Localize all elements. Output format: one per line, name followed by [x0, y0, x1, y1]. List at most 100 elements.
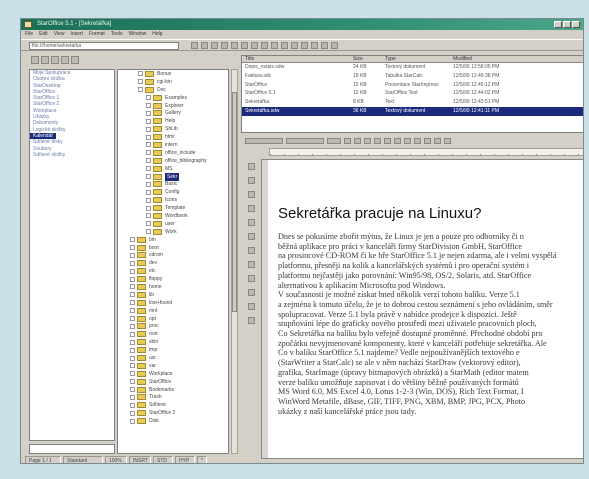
expand-toggle[interactable]: [146, 181, 151, 187]
tree-item[interactable]: boot: [118, 244, 228, 252]
tree-item[interactable]: Doc: [118, 86, 228, 94]
tree-item[interactable]: lost+found: [118, 299, 228, 307]
expand-toggle[interactable]: [130, 323, 135, 329]
graphics-off-icon[interactable]: [247, 303, 255, 310]
tree-item[interactable]: Config: [118, 188, 228, 196]
tree-item[interactable]: Workplace: [118, 370, 228, 378]
document-body[interactable]: Dnes se pokusíme zbořit mýtus, že Linux …: [278, 232, 583, 416]
expand-toggle[interactable]: [130, 276, 135, 282]
tree-item[interactable]: html: [118, 133, 228, 141]
expand-toggle[interactable]: [130, 371, 135, 377]
paste-icon[interactable]: [301, 42, 308, 49]
expand-toggle[interactable]: [130, 418, 135, 424]
tree-item[interactable]: Disk: [118, 417, 228, 425]
tree-item[interactable]: Icons: [118, 196, 228, 204]
align-left-icon[interactable]: [374, 137, 381, 144]
expand-toggle[interactable]: [130, 410, 135, 416]
menu-format[interactable]: Format: [89, 30, 105, 39]
form-icon[interactable]: [247, 219, 255, 226]
tree-item[interactable]: dev: [118, 259, 228, 267]
tree-item[interactable]: Bookmarks: [118, 386, 228, 394]
expand-toggle[interactable]: [146, 95, 151, 101]
col-type[interactable]: Type: [382, 56, 450, 62]
expand-toggle[interactable]: [130, 245, 135, 251]
file-row[interactable]: Sekretářka.sdw 36 KB Textový dokument 12/5/…: [242, 106, 583, 116]
underline-icon[interactable]: [364, 137, 371, 144]
tree-item[interactable]: floppy: [118, 275, 228, 283]
expand-toggle[interactable]: [130, 331, 135, 337]
tree-item[interactable]: Work: [118, 228, 228, 236]
url-field[interactable]: file:///home/sekretarka: [29, 42, 179, 50]
tree-item[interactable]: Sdílené: [118, 401, 228, 409]
expand-toggle[interactable]: [130, 268, 135, 274]
new-icon[interactable]: [241, 42, 248, 49]
tree-item[interactable]: tmp: [118, 346, 228, 354]
explorer-props-icon[interactable]: [71, 56, 79, 64]
bold-icon[interactable]: [344, 137, 351, 144]
fields-icon[interactable]: [247, 177, 255, 184]
numbering-icon[interactable]: [414, 137, 421, 144]
menu-window[interactable]: Window: [128, 30, 146, 39]
align-right-icon[interactable]: [394, 137, 401, 144]
tree-item[interactable]: bin: [118, 236, 228, 244]
insert-icon[interactable]: [247, 163, 255, 170]
col-size[interactable]: Size: [350, 56, 382, 62]
stop-icon[interactable]: [211, 42, 218, 49]
tree-item[interactable]: office_bibliography: [118, 157, 228, 165]
explorer-group-item[interactable]: Sdílené složky: [30, 152, 114, 158]
file-row[interactable]: Faktura.sdc 18 KB Tabulka StarCalc 12/5/99 …: [242, 72, 583, 81]
forward-icon[interactable]: [201, 42, 208, 49]
expand-toggle[interactable]: [146, 103, 151, 108]
tree-item[interactable]: opt: [118, 315, 228, 323]
open-icon[interactable]: [251, 42, 258, 49]
expand-toggle[interactable]: [146, 229, 151, 235]
datasource-icon[interactable]: [247, 275, 255, 282]
explorer-new-icon[interactable]: [51, 56, 59, 64]
explorer-up-icon[interactable]: [41, 56, 49, 64]
tree-item[interactable]: home: [118, 283, 228, 291]
expand-toggle[interactable]: [130, 347, 135, 353]
expand-toggle[interactable]: [130, 379, 135, 385]
tree-item[interactable]: Explorer: [118, 102, 228, 110]
expand-toggle[interactable]: [130, 284, 135, 290]
expand-toggle[interactable]: [146, 189, 151, 195]
tree-item[interactable]: usr: [118, 354, 228, 362]
tree-item[interactable]: sbin: [118, 338, 228, 346]
expand-toggle[interactable]: [138, 87, 143, 93]
draw-icon[interactable]: [247, 205, 255, 212]
tree-item[interactable]: user: [118, 220, 228, 228]
expand-toggle[interactable]: [130, 355, 135, 361]
tree-item[interactable]: cgi-bin: [118, 78, 228, 86]
file-row[interactable]: Dopis_rozpis.sdw 24 KB Textový dokument 12/…: [242, 63, 583, 72]
file-row[interactable]: StarOffice 5.1 12 KB StarOffice Text 12/5/9…: [242, 89, 583, 98]
menu-help[interactable]: Help: [152, 30, 162, 39]
tree-item[interactable]: Template: [118, 204, 228, 212]
justify-icon[interactable]: [404, 137, 411, 144]
reload-icon[interactable]: [221, 42, 228, 49]
expand-toggle[interactable]: [130, 394, 135, 400]
autospell-icon[interactable]: [247, 247, 255, 254]
font-color-icon[interactable]: [444, 137, 451, 144]
table-icon[interactable]: [247, 191, 255, 198]
expand-toggle[interactable]: [146, 126, 151, 132]
tree-item[interactable]: StarOffice: [118, 378, 228, 386]
tree-item[interactable]: cdrom: [118, 251, 228, 259]
expand-toggle[interactable]: [146, 205, 151, 211]
menu-tools[interactable]: Tools: [111, 30, 123, 39]
indent-icon[interactable]: [434, 137, 441, 144]
expand-toggle[interactable]: [130, 363, 135, 369]
expand-toggle[interactable]: [130, 316, 135, 322]
expand-toggle[interactable]: [146, 221, 151, 227]
style-select[interactable]: [245, 137, 283, 144]
tree-item[interactable]: proc: [118, 323, 228, 331]
expand-toggle[interactable]: [146, 142, 151, 148]
save-icon[interactable]: [261, 42, 268, 49]
expand-toggle[interactable]: [130, 339, 135, 345]
tree-item[interactable]: Sekr: [118, 172, 228, 181]
file-row[interactable]: StarOffice 15 KB Prezentace StarImpress 12/…: [242, 81, 583, 90]
explorer-delete-icon[interactable]: [61, 56, 69, 64]
expand-toggle[interactable]: [130, 292, 135, 298]
find-icon[interactable]: [247, 261, 255, 268]
expand-toggle[interactable]: [146, 213, 151, 219]
italic-icon[interactable]: [354, 137, 361, 144]
